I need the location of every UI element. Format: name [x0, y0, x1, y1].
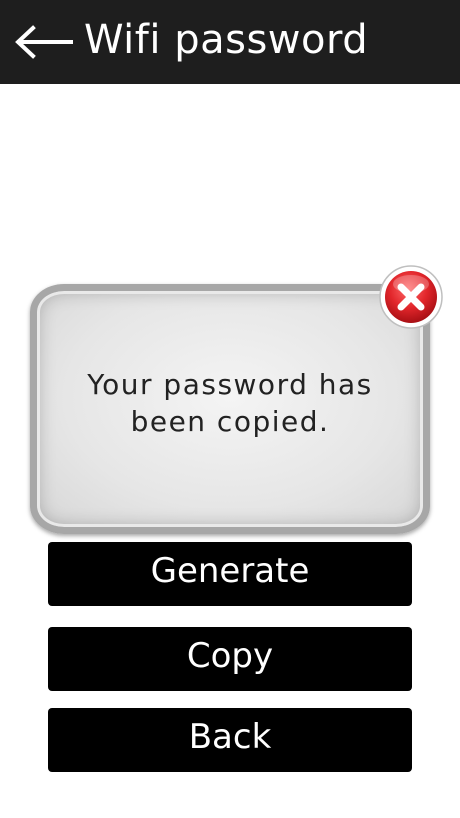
generate-button[interactable]: Generate	[48, 542, 412, 606]
page-title: Wifi password	[84, 17, 369, 63]
generate-button-label: Generate	[150, 551, 310, 591]
copy-button[interactable]: Copy	[48, 627, 412, 691]
close-icon[interactable]	[378, 264, 444, 330]
copy-button-label: Copy	[186, 636, 274, 676]
back-arrow-icon[interactable]	[8, 22, 78, 62]
dialog-message: Your password has been copied.	[87, 368, 373, 438]
back-button-label: Back	[188, 717, 272, 757]
app-screen: Wifi password Your password has been cop…	[0, 0, 460, 818]
dialog-body: Your password has been copied.	[30, 284, 430, 534]
back-button[interactable]: Back	[48, 708, 412, 772]
app-header: Wifi password	[0, 0, 460, 84]
copied-dialog: Your password has been copied.	[26, 265, 443, 540]
